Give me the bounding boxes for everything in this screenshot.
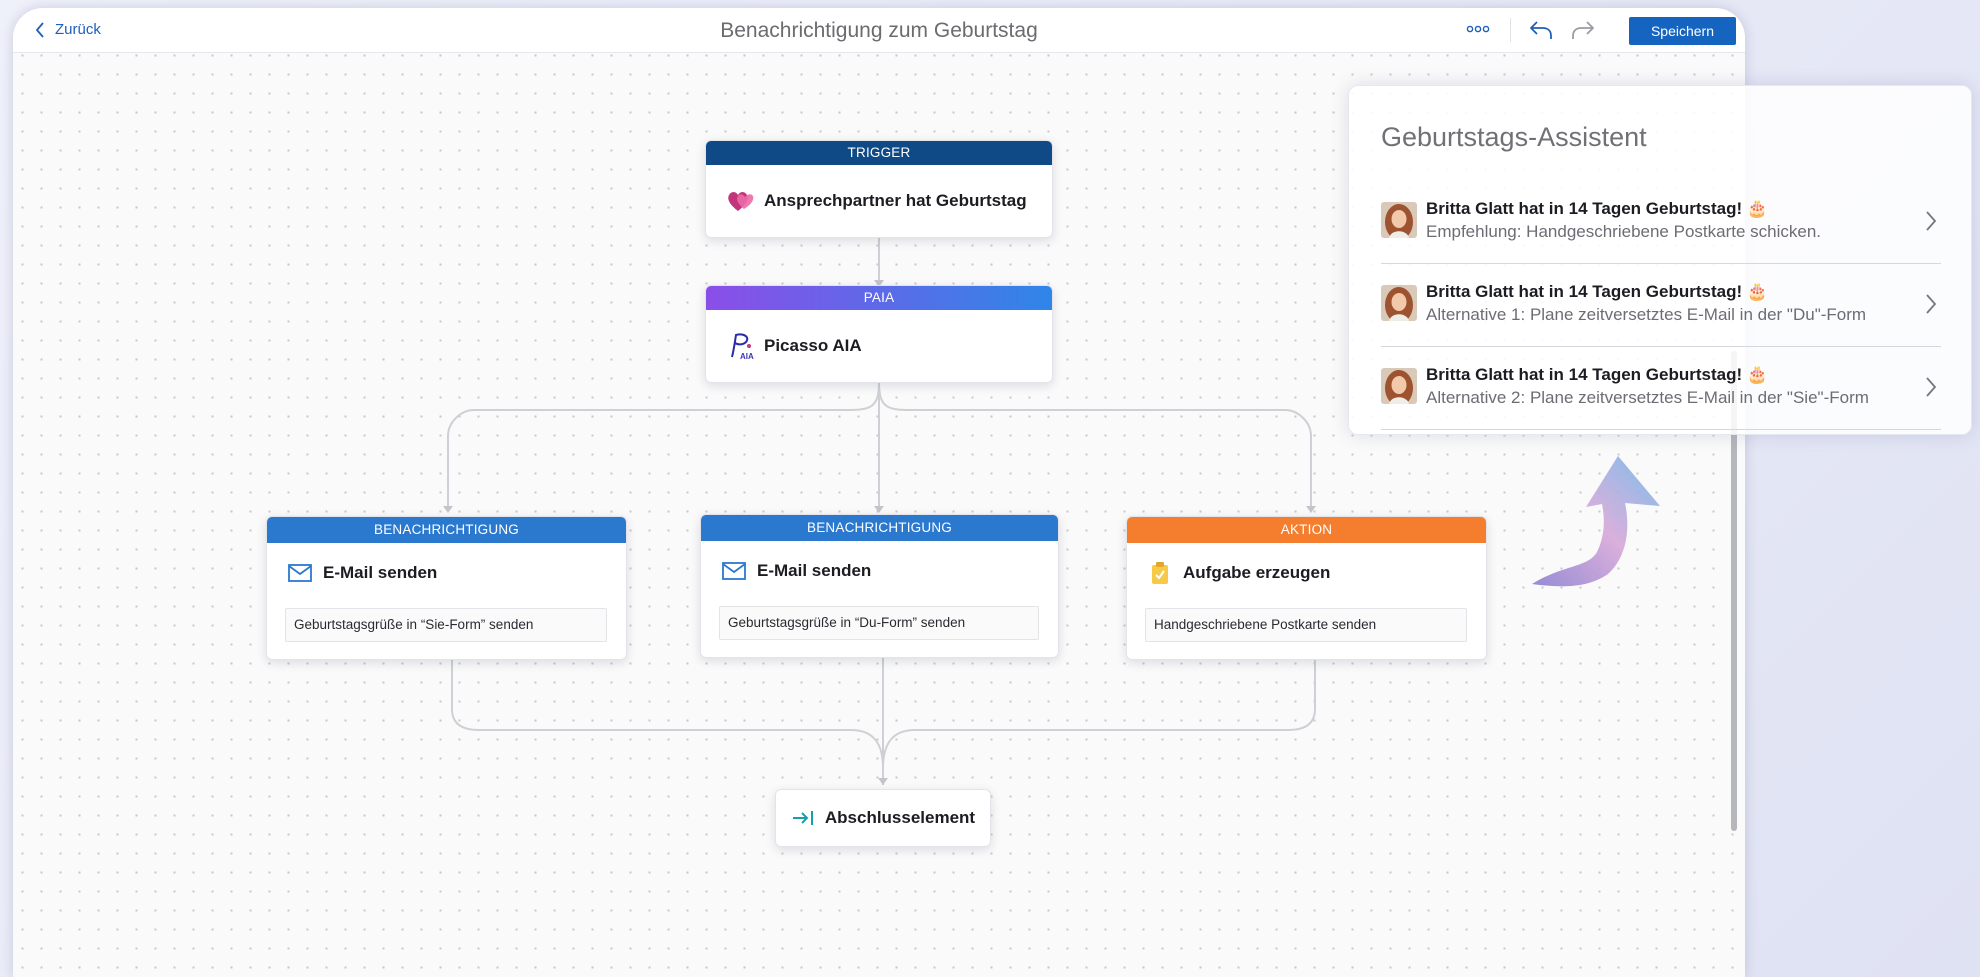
- curved-arrow-icon: [1532, 456, 1660, 587]
- notification-node-du[interactable]: BENACHRICHTIGUNG E-Mail senden Geburtsta…: [700, 514, 1059, 658]
- avatar: [1381, 285, 1417, 321]
- picasso-aia-logo: AIA: [726, 331, 756, 361]
- action-node[interactable]: AKTION Aufgabe erzeugen Handgeschriebene…: [1126, 516, 1487, 660]
- action-description: Handgeschriebene Postkarte senden: [1145, 608, 1467, 642]
- exit-arrow-icon: [792, 811, 813, 825]
- mail-icon: [285, 564, 315, 582]
- svg-text:AIA: AIA: [740, 352, 754, 361]
- end-label: Abschlusselement: [824, 808, 976, 827]
- notification-description: Geburtstagsgrüße in “Du-Form” senden: [719, 606, 1039, 640]
- suggestion-title: Britta Glatt hat in 14 Tagen Geburtstag!…: [1426, 282, 1769, 301]
- task-clipboard-icon: [1145, 561, 1175, 585]
- notification-node-sie[interactable]: BENACHRICHTIGUNG E-Mail senden Geburtsta…: [266, 516, 627, 660]
- avatar: [1381, 368, 1417, 404]
- suggestion-title: Britta Glatt hat in 14 Tagen Geburtstag!…: [1426, 199, 1769, 218]
- suggestion-text: Alternative 1: Plane zeitversetztes E-Ma…: [1426, 305, 1867, 324]
- paia-node[interactable]: PAIA AIA Picasso AIA: [705, 285, 1053, 383]
- trigger-header: TRIGGER: [706, 141, 1052, 165]
- action-header: AKTION: [1127, 517, 1486, 543]
- suggestion-text: Empfehlung: Handgeschriebene Postkarte s…: [1426, 222, 1822, 241]
- paia-header: PAIA: [706, 286, 1052, 310]
- chevron-right-icon: [1926, 211, 1937, 231]
- chevron-right-icon: [1926, 377, 1937, 397]
- suggestion-title: Britta Glatt hat in 14 Tagen Geburtstag!…: [1426, 365, 1769, 384]
- suggestion-item[interactable]: Britta Glatt hat in 14 Tagen Geburtstag!…: [1381, 263, 1941, 347]
- mail-icon: [719, 562, 749, 580]
- chevron-right-icon: [1926, 294, 1937, 314]
- birthday-assistant-panel: Geburtstags-Assistent Britta Glatt hat i…: [1348, 85, 1972, 435]
- trigger-node[interactable]: TRIGGER Ansprechpartner hat Geburtstag: [705, 140, 1053, 238]
- action-label: Aufgabe erzeugen: [1183, 563, 1331, 582]
- notification-header: BENACHRICHTIGUNG: [701, 515, 1058, 541]
- suggestion-item[interactable]: Britta Glatt hat in 14 Tagen Geburtstag!…: [1381, 180, 1941, 264]
- notification-label: E-Mail senden: [323, 563, 438, 582]
- end-node[interactable]: Abschlusselement: [775, 789, 991, 847]
- avatar: [1381, 202, 1417, 238]
- assistant-title: Geburtstags-Assistent: [1381, 122, 1647, 152]
- notification-label: E-Mail senden: [757, 561, 872, 580]
- trigger-label: Ansprechpartner hat Geburtstag: [764, 191, 1027, 210]
- birthday-heart-icon: [726, 187, 756, 215]
- suggestion-item[interactable]: Britta Glatt hat in 14 Tagen Geburtstag!…: [1381, 346, 1941, 430]
- notification-header: BENACHRICHTIGUNG: [267, 517, 626, 543]
- suggestion-text: Alternative 2: Plane zeitversetztes E-Ma…: [1426, 388, 1869, 407]
- notification-description: Geburtstagsgrüße in “Sie-Form” senden: [285, 608, 607, 642]
- paia-label: Picasso AIA: [764, 336, 862, 355]
